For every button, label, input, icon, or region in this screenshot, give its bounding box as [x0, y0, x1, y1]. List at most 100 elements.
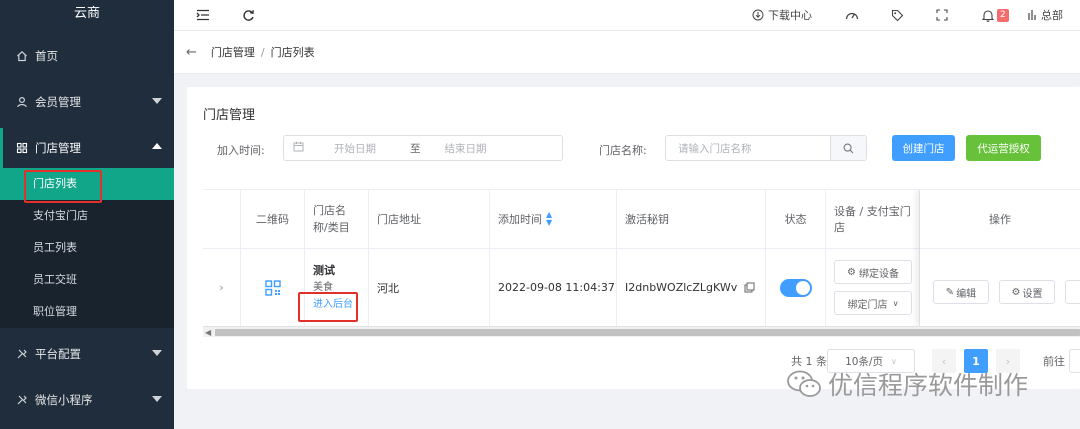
- dashboard-icon[interactable]: [845, 7, 859, 23]
- menu-collapse-icon[interactable]: [196, 7, 210, 23]
- sidebar-item-label: 门店管理: [35, 141, 81, 155]
- breadcrumb-separator: /: [260, 45, 265, 59]
- goto-page-input[interactable]: [1069, 349, 1080, 373]
- bind-device-label: 绑定设备: [858, 268, 899, 280]
- sidebar-item-store[interactable]: 门店管理: [0, 128, 174, 168]
- chevron-down-icon: [152, 350, 162, 356]
- bind-store-dropdown[interactable]: 绑定门店 ∨: [834, 291, 912, 315]
- status-toggle[interactable]: [779, 278, 812, 297]
- sidebar-item-label: 微信小程序: [35, 393, 93, 407]
- cell-added-time: 2022-09-08 11:04:37: [490, 249, 617, 326]
- store-name-input[interactable]: 请输入门店名称: [665, 135, 867, 161]
- download-icon: [752, 9, 764, 21]
- tag-icon[interactable]: [891, 7, 904, 23]
- sidebar-item-label: 首页: [35, 49, 58, 63]
- download-center-label: 下载中心: [768, 9, 812, 22]
- scrollbar-thumb[interactable]: [215, 329, 1080, 336]
- bind-device-button[interactable]: ⚙ 绑定设备: [834, 260, 912, 284]
- column-header-name-line2: 称/类目: [313, 221, 350, 234]
- cell-address: 河北: [369, 249, 490, 326]
- store-name: 测试: [313, 264, 335, 277]
- column-header-secret: 激活秘钥: [617, 190, 766, 249]
- search-icon: [843, 143, 854, 153]
- user-menu[interactable]: 总部: [1027, 7, 1063, 23]
- scroll-left-arrow-icon[interactable]: ◀: [205, 328, 211, 337]
- column-header-status: 状态: [766, 190, 826, 249]
- sidebar-item-platform[interactable]: 平台配置: [0, 334, 174, 374]
- brand-name: 云商: [73, 6, 100, 21]
- chevron-down-icon: ∨: [891, 356, 897, 366]
- download-center[interactable]: 下载中心: [752, 7, 812, 23]
- sidebar-item-staff-shift[interactable]: 员工交班: [0, 264, 174, 296]
- edit-label: 编辑: [956, 288, 977, 300]
- chevron-down-icon: [152, 98, 162, 104]
- wechat-icon: [787, 370, 821, 397]
- edit-button[interactable]: ✎ 编辑: [933, 280, 989, 304]
- expand-column-header: [203, 190, 241, 249]
- watermark-text: 优信程序软件制作: [828, 371, 1029, 400]
- highlight-box-enter-backend: [298, 292, 358, 322]
- back-arrow-icon[interactable]: ←: [186, 45, 197, 60]
- page-title: 门店管理: [203, 108, 256, 123]
- column-header-ops: 操作: [920, 190, 1080, 249]
- column-header-address: 门店地址: [369, 190, 490, 249]
- watermark: 优信程序软件制作: [786, 366, 1028, 402]
- column-header-qr: 二维码: [241, 190, 305, 249]
- notification[interactable]: 2: [982, 7, 1009, 23]
- create-store-button[interactable]: 创建门店: [892, 135, 955, 161]
- start-date-input[interactable]: 开始日期: [334, 141, 376, 156]
- bind-store-label: 绑定门店: [847, 299, 888, 311]
- breadcrumb-current: 门店列表: [270, 46, 315, 59]
- sidebar-item-miniapp[interactable]: 微信小程序: [0, 380, 174, 420]
- bell-icon: [982, 9, 994, 22]
- sidebar-item-label: 会员管理: [35, 95, 81, 109]
- gear-icon: ⚙: [847, 266, 856, 278]
- secret-value: I2dnbWOZlcZLgKWv: [625, 281, 738, 294]
- sort-icon[interactable]: ▲ ▼: [546, 211, 552, 227]
- chevron-down-icon: [152, 396, 162, 402]
- breadcrumb: ← 门店管理 / 门店列表: [174, 31, 1080, 74]
- tools-icon: [14, 392, 30, 408]
- settings-label: 设置: [1022, 288, 1043, 300]
- settings-button[interactable]: ⚙ 设置: [999, 280, 1055, 304]
- refresh-icon[interactable]: [242, 7, 255, 23]
- calendar-icon: [293, 141, 304, 155]
- horizontal-scrollbar[interactable]: ◀: [203, 326, 1080, 337]
- edit-icon: ✎: [945, 286, 955, 298]
- store-icon: [14, 140, 30, 156]
- sidebar-item-position[interactable]: 职位管理: [0, 296, 174, 328]
- sidebar-item-member[interactable]: 会员管理: [0, 82, 174, 122]
- chevron-up-icon: [152, 143, 162, 149]
- date-range-separator: 至: [410, 142, 421, 155]
- user-name: 总部: [1041, 9, 1063, 22]
- column-header-name: 门店名 称/类目: [305, 190, 369, 249]
- row-expand-icon[interactable]: ›: [203, 249, 241, 326]
- column-header-added-label: 添加时间: [498, 213, 542, 226]
- user-icon: [14, 94, 30, 110]
- column-header-added[interactable]: 添加时间 ▲ ▼: [490, 190, 617, 249]
- auth-button[interactable]: 代运营授权: [966, 135, 1041, 161]
- goto-label: 前往: [1043, 355, 1065, 368]
- date-range-picker[interactable]: 开始日期 至 结束日期: [283, 135, 563, 161]
- home-icon: [14, 48, 30, 64]
- search-button[interactable]: [830, 136, 866, 160]
- more-button[interactable]: [1065, 280, 1080, 304]
- tools-icon: [14, 346, 30, 362]
- fullscreen-icon[interactable]: [936, 7, 948, 23]
- store-name-placeholder: 请输入门店名称: [678, 142, 752, 155]
- sidebar-item-label: 平台配置: [35, 347, 81, 361]
- signal-icon: [1028, 10, 1036, 20]
- highlight-box-store-list: [24, 170, 102, 203]
- gear-icon: ⚙: [1011, 286, 1021, 298]
- column-header-device: 设备 / 支付宝门店: [826, 190, 920, 249]
- breadcrumb-parent[interactable]: 门店管理: [211, 44, 255, 60]
- sidebar-item-alipay-store[interactable]: 支付宝门店: [0, 200, 174, 232]
- qr-code-icon[interactable]: [241, 249, 305, 326]
- join-time-label: 加入时间:: [217, 144, 265, 157]
- ops-column: 操作 ✎ 编辑 ⚙ 设置: [920, 190, 1080, 326]
- sidebar-item-home[interactable]: 首页: [0, 36, 174, 76]
- sidebar-item-staff-list[interactable]: 员工列表: [0, 232, 174, 264]
- store-name-label: 门店名称:: [599, 144, 647, 157]
- top-bar: 下载中心 2 总部: [174, 0, 1080, 31]
- end-date-input[interactable]: 结束日期: [445, 141, 487, 156]
